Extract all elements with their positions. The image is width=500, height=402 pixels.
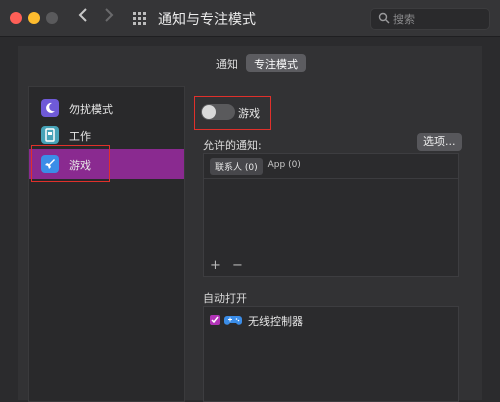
auto-open-list: 无线控制器 — [203, 306, 459, 402]
remove-button[interactable]: − — [232, 258, 243, 273]
options-button[interactable]: 选项... — [417, 133, 462, 151]
divider — [204, 178, 458, 179]
focus-sidebar: 勿扰模式 工作 游戏 — [28, 86, 185, 402]
segmented-tabs: 通知 专注模式 — [208, 54, 306, 72]
window-title: 通知与专注模式 — [158, 12, 256, 28]
auto-open-item-label: 无线控制器 — [248, 315, 303, 328]
grid-icon[interactable] — [133, 12, 147, 26]
game-controller-icon — [224, 316, 242, 325]
minimize-window-button[interactable] — [28, 12, 40, 24]
sidebar-item-label: 勿扰模式 — [69, 103, 113, 116]
badge-icon — [41, 126, 59, 144]
sidebar-item-label: 工作 — [69, 130, 91, 143]
tab-contacts[interactable]: 联系人 (0) — [210, 158, 263, 175]
allowed-notifications-list: 联系人 (0) App (0) + − — [203, 153, 459, 277]
tab-focus-mode[interactable]: 专注模式 — [246, 54, 306, 72]
chevron-left-icon[interactable] — [78, 7, 88, 27]
search-placeholder: 搜索 — [393, 13, 415, 26]
zoom-window-button[interactable] — [46, 12, 58, 24]
close-window-button[interactable] — [10, 12, 22, 24]
moon-icon — [41, 99, 59, 117]
tab-notifications[interactable]: 通知 — [208, 54, 246, 72]
checkbox-checked[interactable] — [210, 315, 220, 325]
search-icon — [378, 12, 390, 24]
search-input[interactable]: 搜索 — [370, 8, 490, 30]
chevron-right-icon[interactable] — [104, 7, 114, 27]
title-bar: 通知与专注模式 搜索 — [0, 0, 500, 37]
auto-open-label: 自动打开 — [203, 292, 247, 305]
notify-tabs: 联系人 (0) App (0) — [210, 158, 306, 175]
highlight-box-toggle — [194, 96, 271, 130]
tab-apps[interactable]: App (0) — [263, 158, 306, 175]
sidebar-item-do-not-disturb[interactable]: 勿扰模式 — [29, 93, 184, 123]
add-button[interactable]: + — [210, 258, 221, 273]
highlight-box-gaming — [31, 145, 110, 182]
allowed-notifications-label: 允许的通知: — [203, 139, 262, 152]
